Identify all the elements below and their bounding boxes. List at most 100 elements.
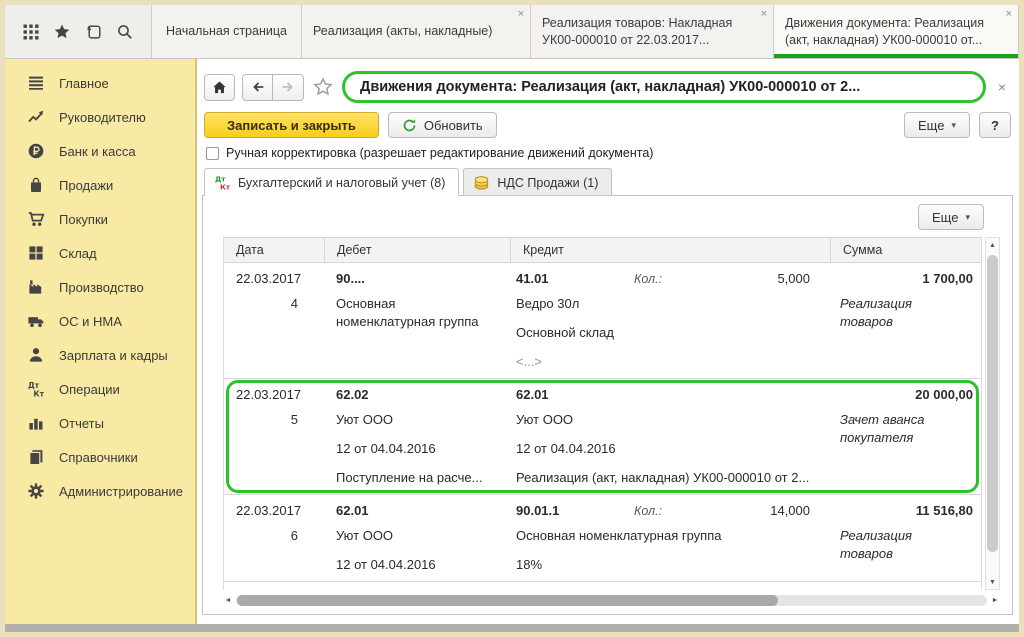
row-debit-account: 62.02 bbox=[324, 385, 510, 405]
detail-line: Основная номенклатурная группа bbox=[516, 527, 830, 545]
row-credit-account: 90.01.1 bbox=[516, 501, 634, 521]
window-tabs: Начальная страницаРеализация (акты, накл… bbox=[152, 5, 1019, 58]
svg-text:Кт: Кт bbox=[33, 389, 44, 398]
shopping-cart-icon bbox=[27, 210, 45, 228]
top-bar: Начальная страницаРеализация (акты, накл… bbox=[5, 5, 1019, 59]
quantity-label: Кол.: bbox=[634, 269, 662, 289]
history-button[interactable] bbox=[82, 20, 106, 44]
save-and-close-button[interactable]: Записать и закрыть bbox=[204, 112, 379, 138]
row-amount: 11 516,80 bbox=[830, 501, 981, 521]
window-tab-sales-invoice[interactable]: Реализация товаров: Накладная УК00-00001… bbox=[531, 5, 774, 58]
detail-line: 18% bbox=[516, 556, 830, 574]
sidebar-item-main[interactable]: Главное bbox=[5, 66, 195, 100]
close-tab-icon[interactable]: × bbox=[518, 8, 524, 20]
detail-line: Основная номенклатурная группа bbox=[336, 295, 496, 331]
close-tab-icon[interactable]: × bbox=[761, 8, 767, 20]
manual-correction-row: Ручная корректировка (разрешает редактир… bbox=[202, 145, 1013, 168]
sidebar-item-label: Продажи bbox=[59, 178, 113, 193]
horizontal-scroll-track[interactable] bbox=[236, 595, 987, 606]
table-area: ДатаДебетКредитСумма 22.03.201790....41.… bbox=[203, 237, 1012, 590]
favorite-button[interactable] bbox=[311, 75, 335, 99]
command-bar: Записать и закрыть Обновить Еще ▾ ? bbox=[202, 109, 1013, 145]
dtkt-color-icon: ДтКт bbox=[214, 174, 231, 191]
warehouse-icon bbox=[27, 244, 45, 262]
manual-correction-checkbox[interactable] bbox=[206, 147, 219, 160]
table-row[interactable]: 22.03.201790....41.01Кол.:5,0001 700,004… bbox=[224, 263, 981, 379]
row-amount-note: Реализация товаров bbox=[830, 295, 952, 371]
row-credit-cell: 41.01Кол.:5,000 bbox=[510, 269, 830, 289]
row-date: 22.03.2017 bbox=[224, 385, 324, 405]
detail-line: Уют ООО bbox=[336, 527, 496, 545]
sidebar-item-bank-cash[interactable]: Банк и касса bbox=[5, 134, 195, 168]
tab-accounting[interactable]: ДтКтБухгалтерский и налоговый учет (8) bbox=[204, 168, 459, 196]
bar-chart-icon bbox=[27, 414, 45, 432]
close-form-icon[interactable]: × bbox=[993, 79, 1011, 95]
close-tab-icon[interactable]: × bbox=[1006, 8, 1012, 20]
sidebar-item-purchases[interactable]: Покупки bbox=[5, 202, 195, 236]
sidebar-item-production[interactable]: Производство bbox=[5, 270, 195, 304]
apps-grid-button[interactable] bbox=[19, 20, 43, 44]
sidebar-item-operations[interactable]: ДтКтОперации bbox=[5, 372, 195, 406]
sidebar-item-manager[interactable]: Руководителю bbox=[5, 100, 195, 134]
sidebar-item-label: ОС и НМА bbox=[59, 314, 122, 329]
window-tab-sales-docs[interactable]: Реализация (акты, накладные)× bbox=[302, 5, 531, 58]
chevron-down-icon: ▾ bbox=[965, 212, 970, 223]
vertical-scrollbar[interactable]: ▲ ▼ bbox=[985, 237, 1000, 590]
detail-line: Реализация (акт, накладная) УК00-000010 … bbox=[516, 469, 830, 487]
back-button[interactable] bbox=[242, 74, 273, 101]
row-number: 5 bbox=[224, 411, 324, 487]
row-debit-details: Уют ООО12 от 04.04.2016Поступление на ра… bbox=[324, 411, 510, 487]
manual-correction-label: Ручная корректировка (разрешает редактир… bbox=[226, 146, 653, 160]
row-date: 22.03.2017 bbox=[224, 269, 324, 289]
doc-tabs: ДтКтБухгалтерский и налоговый учет (8)НД… bbox=[202, 168, 1013, 195]
more-button[interactable]: Еще ▾ bbox=[904, 112, 970, 138]
sidebar-item-administration[interactable]: Администрирование bbox=[5, 474, 195, 508]
sidebar-item-label: Главное bbox=[59, 76, 109, 91]
sidebar-item-label: Администрирование bbox=[59, 484, 183, 499]
row-credit-details: Уют ООО12 от 04.04.2016Реализация (акт, … bbox=[510, 411, 830, 487]
sidebar-item-fixed-assets[interactable]: ОС и НМА bbox=[5, 304, 195, 338]
vertical-scroll-thumb[interactable] bbox=[987, 255, 998, 552]
table-row[interactable]: 22.03.201762.0262.0120 000,005Уют ООО12 … bbox=[224, 379, 981, 495]
sidebar-item-salary-hr[interactable]: Зарплата и кадры bbox=[5, 338, 195, 372]
row-date: 22.03.2017 bbox=[224, 501, 324, 521]
scroll-right-icon[interactable]: ► bbox=[990, 597, 1000, 604]
sidebar-item-reports[interactable]: Отчеты bbox=[5, 406, 195, 440]
window-tab-doc-movements[interactable]: Движения документа: Реализация (акт, нак… bbox=[774, 5, 1019, 58]
help-button[interactable]: ? bbox=[979, 112, 1011, 138]
vertical-scroll-track[interactable] bbox=[986, 252, 999, 575]
sidebar-item-directories[interactable]: Справочники bbox=[5, 440, 195, 474]
tab-vat-sales[interactable]: НДС Продажи (1) bbox=[463, 168, 612, 195]
window-tab-home[interactable]: Начальная страница bbox=[152, 5, 302, 58]
table-more-button[interactable]: Еще ▾ bbox=[918, 204, 984, 230]
home-icon bbox=[211, 79, 228, 96]
coins-icon bbox=[473, 174, 490, 191]
horizontal-scrollbar[interactable]: ◄ ► bbox=[223, 593, 1000, 608]
more-label: Еще bbox=[918, 118, 944, 133]
forward-button[interactable] bbox=[273, 74, 304, 101]
page-title: Движения документа: Реализация (акт, нак… bbox=[342, 71, 986, 103]
chevron-down-icon: ▾ bbox=[951, 120, 956, 131]
movements-table: ДатаДебетКредитСумма 22.03.201790....41.… bbox=[223, 237, 982, 590]
horizontal-scroll-thumb[interactable] bbox=[237, 595, 778, 606]
scroll-down-icon[interactable]: ▼ bbox=[986, 575, 999, 589]
table-row[interactable]: 22.03.201762.0190.01.1Кол.:14,00011 516,… bbox=[224, 495, 981, 582]
home-button[interactable] bbox=[204, 74, 235, 101]
scroll-up-icon[interactable]: ▲ bbox=[986, 238, 999, 252]
scroll-left-icon[interactable]: ◄ bbox=[223, 597, 233, 604]
catalog-icon bbox=[27, 448, 45, 466]
search-button[interactable] bbox=[113, 20, 137, 44]
row-amount: 20 000,00 bbox=[830, 385, 981, 405]
window-tab-label: Движения документа: Реализация (акт, нак… bbox=[785, 15, 998, 49]
star-button[interactable] bbox=[50, 20, 74, 44]
row-credit-details: Основная номенклатурная группа 18% bbox=[510, 527, 830, 574]
sidebar-item-label: Производство bbox=[59, 280, 144, 295]
detail-line: Уют ООО bbox=[516, 411, 830, 429]
sidebar-item-sales[interactable]: Продажи bbox=[5, 168, 195, 202]
back-arrow-icon bbox=[250, 79, 266, 95]
refresh-button[interactable]: Обновить bbox=[388, 112, 497, 138]
sidebar-item-warehouse[interactable]: Склад bbox=[5, 236, 195, 270]
detail-line: 12 от 04.04.2016 bbox=[336, 440, 496, 458]
apps-grid-icon bbox=[22, 23, 40, 41]
table-toolbar: Еще ▾ bbox=[203, 196, 1012, 237]
